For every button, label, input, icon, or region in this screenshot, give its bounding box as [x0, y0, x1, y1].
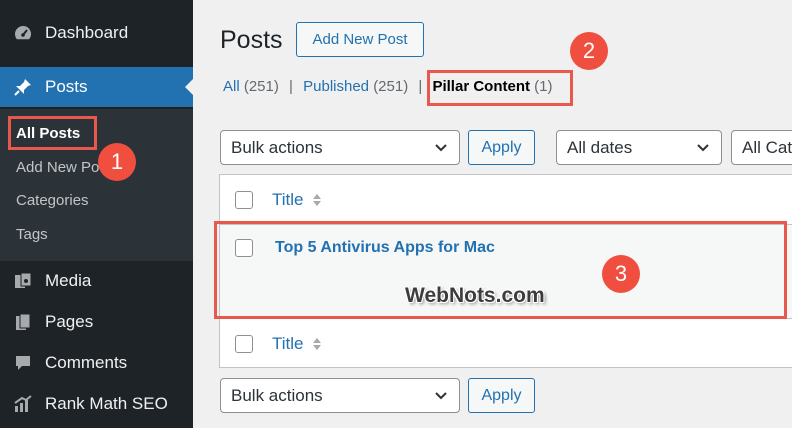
menu-item-pages[interactable]: Pages [0, 302, 193, 342]
menu-label-comments: Comments [45, 353, 128, 372]
select-all-checkbox-footer[interactable] [235, 334, 253, 353]
title-column-footer[interactable]: Title [272, 334, 322, 354]
chevron-down-icon [435, 144, 447, 152]
title-column-header[interactable]: Title [272, 190, 322, 210]
highlight-pillar-content [427, 70, 573, 106]
add-new-post-button[interactable]: Add New Post [296, 22, 424, 57]
view-separator: | [289, 78, 293, 95]
menu-label-pages: Pages [45, 312, 94, 331]
select-all-checkbox[interactable] [235, 190, 253, 209]
menu-label-posts: Posts [45, 77, 88, 96]
step-badge-1: 1 [98, 143, 136, 181]
date-filter-select[interactable]: All dates [556, 130, 722, 165]
category-filter-value: All Cat [742, 137, 792, 157]
dashboard-icon [11, 21, 35, 45]
submenu-categories[interactable]: Categories [16, 192, 89, 209]
step-badge-3: 3 [602, 255, 640, 293]
table-footer: Title [220, 318, 792, 368]
menu-item-rank-math-seo[interactable]: Rank Math SEO [0, 384, 193, 424]
media-icon [11, 269, 35, 293]
apply-button[interactable]: Apply [468, 130, 535, 165]
chevron-down-icon [697, 144, 709, 152]
submenu-add-new-post[interactable]: Add New Po [16, 159, 99, 176]
pin-icon [11, 75, 35, 99]
date-filter-value: All dates [567, 137, 633, 157]
bulk-actions-value: Bulk actions [231, 137, 323, 157]
apply-button-bottom[interactable]: Apply [468, 378, 535, 413]
menu-item-media[interactable]: Media [0, 261, 193, 301]
menu-label-rank-math-seo: Rank Math SEO [45, 394, 168, 413]
watermark: WebNots.com [405, 284, 545, 307]
title-column-footer-label: Title [272, 333, 304, 353]
view-published-count: (251) [373, 78, 409, 95]
view-published-label: Published [303, 78, 370, 95]
view-all-link[interactable]: All [223, 78, 240, 95]
menu-item-posts[interactable]: Posts [0, 67, 193, 107]
menu-label-media: Media [45, 271, 92, 290]
bulk-actions-select-bottom[interactable]: Bulk actions [220, 378, 460, 413]
rankmath-icon [11, 392, 35, 416]
view-published-link[interactable]: Published [303, 78, 369, 95]
menu-item-comments[interactable]: Comments [0, 343, 193, 383]
admin-sidebar: Dashboard Posts All Posts Add New Po Cat… [0, 0, 193, 428]
view-separator: | [418, 78, 423, 95]
menu-item-dashboard[interactable]: Dashboard [0, 13, 193, 53]
table-header: Title [220, 175, 792, 225]
title-column-label: Title [272, 189, 304, 209]
pages-icon [11, 310, 35, 334]
sort-icon [312, 337, 321, 350]
bulk-actions-value-bottom: Bulk actions [231, 385, 323, 405]
menu-label-dashboard: Dashboard [45, 23, 129, 42]
view-all-label: All [223, 78, 240, 95]
submenu-tags[interactable]: Tags [16, 226, 48, 243]
view-all-count: (251) [243, 78, 279, 95]
category-filter-select[interactable]: All Cat [731, 130, 792, 165]
bulk-actions-select[interactable]: Bulk actions [220, 130, 460, 165]
page-title: Posts [220, 26, 283, 54]
sort-icon [312, 193, 321, 206]
step-badge-2: 2 [570, 32, 608, 70]
highlight-all-posts [8, 116, 97, 150]
chevron-down-icon [435, 392, 447, 400]
comments-icon [11, 351, 35, 375]
